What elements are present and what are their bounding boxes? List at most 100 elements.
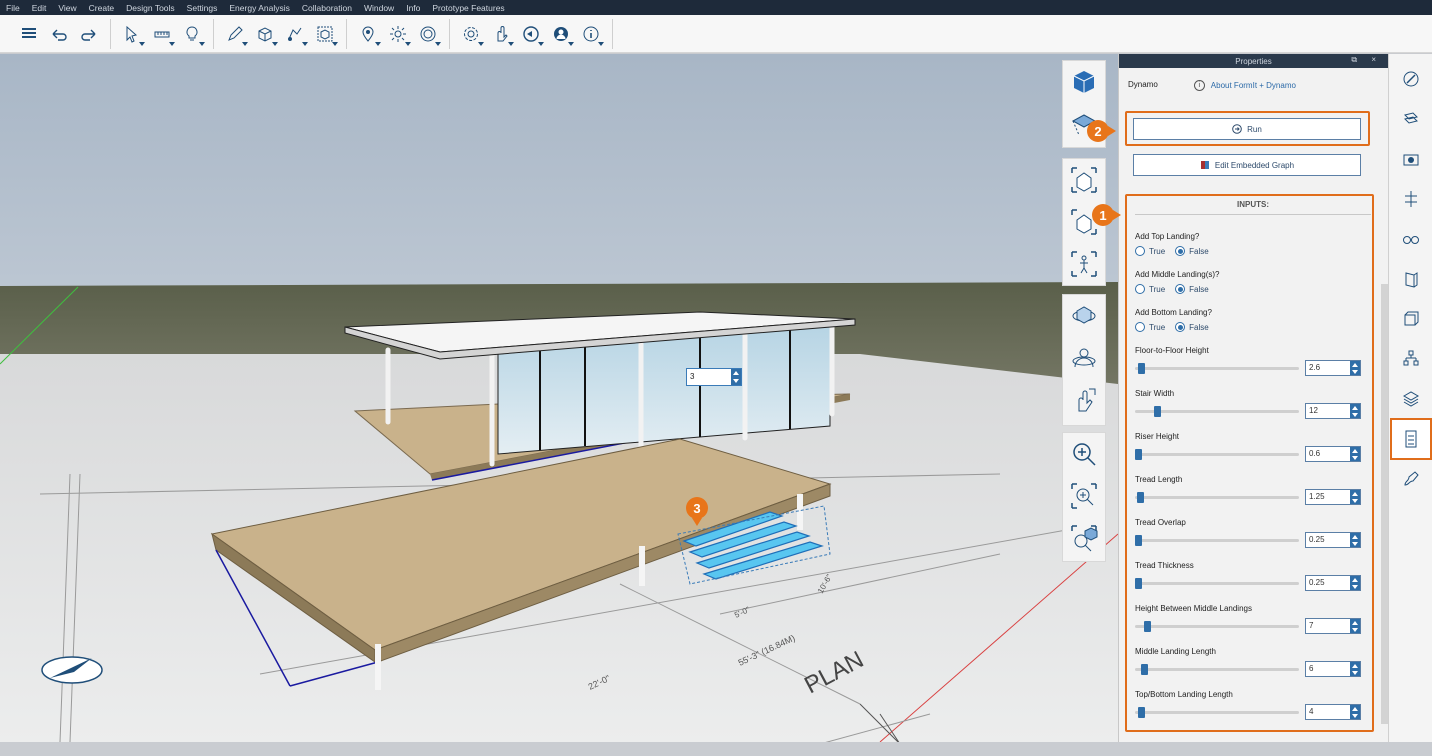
number-field-value[interactable]: 2.6 [1306,361,1350,375]
number-field-value[interactable]: 7 [1306,619,1350,633]
look-around-button[interactable] [1064,337,1104,379]
scenes-camera-button[interactable] [1395,144,1427,174]
number-spinner[interactable] [1350,447,1360,461]
pencil-button[interactable] [220,20,250,48]
number-spinner[interactable] [1350,404,1360,418]
menu-item-design-tools[interactable]: Design Tools [126,3,175,13]
number-field-value[interactable]: 6 [1306,662,1350,676]
slider-track[interactable] [1135,449,1299,460]
number-spinner[interactable] [1350,490,1360,504]
info-button[interactable] [576,20,606,48]
undo-button[interactable] [44,20,74,48]
zoom-to-fit-button[interactable] [1064,517,1104,559]
orbit-button[interactable] [1064,295,1104,337]
slider-track[interactable] [1135,664,1299,675]
number-field-value[interactable]: 12 [1306,404,1350,418]
slider-thumb[interactable] [1135,578,1142,589]
dimension-input-value[interactable]: 3 [687,369,731,385]
zoom-extents-home-button[interactable] [1064,159,1104,201]
3d-viewport[interactable]: PLAN 22'-0" 55'-3" (16.84M) 5'-0" 10'-6" [0,54,1118,742]
radio-false-circle[interactable] [1175,322,1186,332]
view-cube-button[interactable] [1064,61,1104,103]
settings-gear-button[interactable] [456,20,486,48]
menu-item-create[interactable]: Create [89,3,115,13]
slider-track[interactable] [1135,363,1299,374]
number-spinner[interactable] [1350,361,1360,375]
number-spinner[interactable] [1350,533,1360,547]
number-field-value[interactable]: 4 [1306,705,1350,719]
menu-item-file[interactable]: File [6,3,20,13]
number-field[interactable]: 0.25 [1305,575,1361,591]
number-field[interactable]: 2.6 [1305,360,1361,376]
zoom-fit-person-button[interactable] [1064,243,1104,285]
slider-thumb[interactable] [1141,664,1148,675]
radio-true[interactable]: True [1135,284,1165,294]
radio-true[interactable]: True [1135,246,1165,256]
materials-brush-button[interactable] [1395,64,1427,94]
dimension-spinner[interactable] [731,369,741,385]
radio-false[interactable]: False [1175,246,1209,256]
number-field-value[interactable]: 0.25 [1306,533,1350,547]
transform-button[interactable] [280,20,310,48]
slider-thumb[interactable] [1135,449,1142,460]
slider-track[interactable] [1135,621,1299,632]
menu-item-prototype-features[interactable]: Prototype Features [432,3,504,13]
number-spinner[interactable] [1350,705,1360,719]
menu-item-view[interactable]: View [58,3,76,13]
number-spinner[interactable] [1350,662,1360,676]
location-pin-button[interactable] [353,20,383,48]
slider-track[interactable] [1135,406,1299,417]
user-account-button[interactable] [546,20,576,48]
about-dynamo-link[interactable]: i About FormIt + Dynamo [1193,80,1296,91]
slider-track[interactable] [1135,578,1299,589]
number-spinner[interactable] [1350,619,1360,633]
panel-window-controls[interactable]: ⧉ × [1351,55,1382,65]
content-library-button[interactable] [1395,384,1427,414]
slider-thumb[interactable] [1137,492,1144,503]
groups-button[interactable] [1395,264,1427,294]
number-field[interactable]: 0.25 [1305,532,1361,548]
number-field-value[interactable]: 0.25 [1306,576,1350,590]
properties-scrollbar[interactable] [1381,284,1388,724]
slider-thumb[interactable] [1144,621,1151,632]
slider-track[interactable] [1135,535,1299,546]
slider-thumb[interactable] [1138,707,1145,718]
radio-true[interactable]: True [1135,322,1165,332]
slider-track[interactable] [1135,492,1299,503]
group-button[interactable] [310,20,340,48]
edit-embedded-graph-button[interactable]: Edit Embedded Graph [1133,154,1361,176]
run-button[interactable]: Run [1133,118,1361,140]
gesture-hand-button[interactable] [486,20,516,48]
radio-true-circle[interactable] [1135,284,1145,294]
radio-true-circle[interactable] [1135,246,1145,256]
share-button[interactable] [516,20,546,48]
radio-true-circle[interactable] [1135,322,1145,332]
zoom-window-button[interactable] [1064,475,1104,517]
menu-item-energy-analysis[interactable]: Energy Analysis [229,3,289,13]
lightbulb-button[interactable] [177,20,207,48]
slider-track[interactable] [1135,707,1299,718]
number-field[interactable]: 12 [1305,403,1361,419]
layers-stack-button[interactable] [1395,104,1427,134]
select-button[interactable] [117,20,147,48]
slider-thumb[interactable] [1138,363,1145,374]
paint-button[interactable] [1395,464,1427,494]
measure-button[interactable] [147,20,177,48]
redo-button[interactable] [74,20,104,48]
radio-false[interactable]: False [1175,284,1209,294]
number-field[interactable]: 0.6 [1305,446,1361,462]
radio-false-circle[interactable] [1175,246,1186,256]
layers-button[interactable] [14,20,44,48]
slider-thumb[interactable] [1154,406,1161,417]
menu-item-collaboration[interactable]: Collaboration [302,3,352,13]
visual-styles-glasses-button[interactable] [1395,224,1427,254]
radio-false[interactable]: False [1175,322,1209,332]
number-field[interactable]: 4 [1305,704,1361,720]
menu-item-info[interactable]: Info [406,3,420,13]
hierarchy-button[interactable] [1395,344,1427,374]
menu-item-settings[interactable]: Settings [187,3,218,13]
slider-thumb[interactable] [1135,535,1142,546]
number-field-value[interactable]: 0.6 [1306,447,1350,461]
sun-button[interactable] [383,20,413,48]
time-clock-button[interactable] [413,20,443,48]
